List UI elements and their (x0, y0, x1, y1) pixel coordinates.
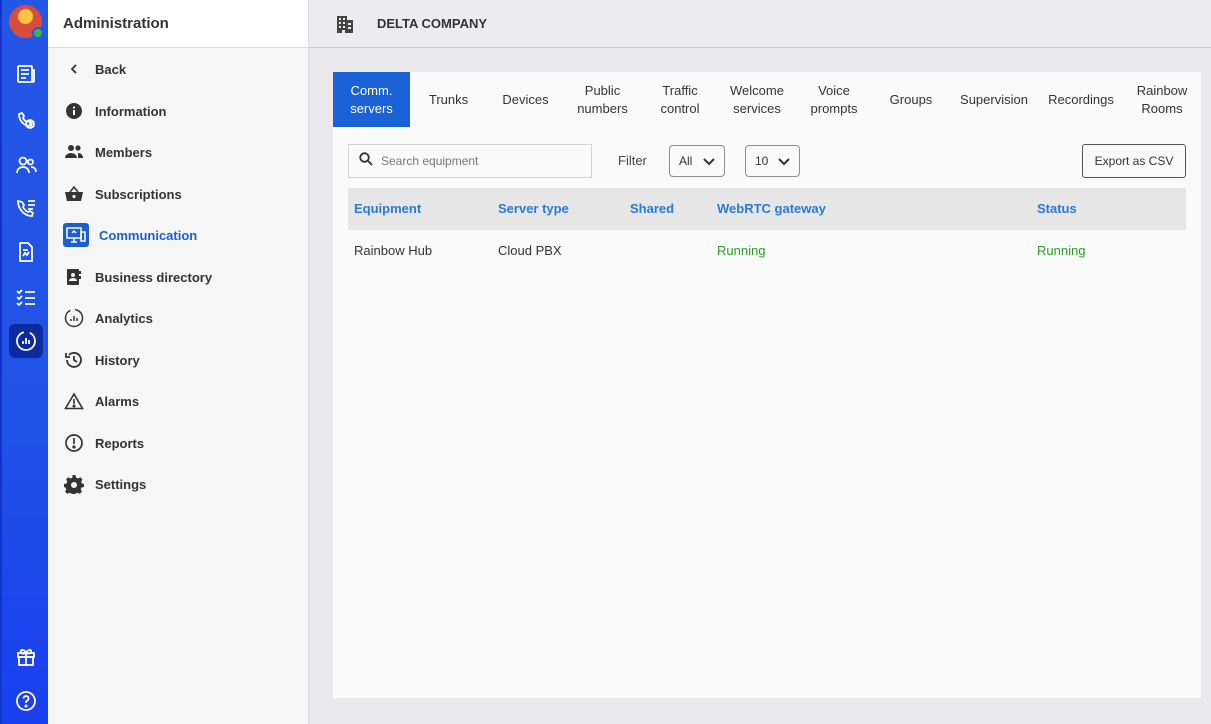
sidebar-item-alarms[interactable]: Alarms (63, 386, 139, 416)
tab-traffic-control[interactable]: Traffic control (641, 72, 719, 127)
tab-voice-prompts[interactable]: Voice prompts (795, 72, 873, 127)
sidebar-item-label: Settings (95, 476, 147, 492)
sidebar-item-subscriptions[interactable]: Subscriptions (63, 179, 182, 209)
tab-comm-servers[interactable]: Comm. servers (333, 72, 410, 127)
back-button[interactable]: Back (63, 54, 126, 84)
sidebar-item-label: Reports (95, 435, 145, 451)
export-csv-button[interactable]: Export as CSV (1082, 144, 1186, 178)
report-icon (63, 432, 85, 454)
sidebar-item-label: Information (95, 103, 167, 119)
sidebar-item-label: Analytics (95, 310, 153, 326)
users-icon[interactable] (11, 150, 41, 180)
checklist-icon[interactable] (11, 282, 41, 312)
call-list-icon[interactable] (11, 193, 41, 223)
cell-server-type: Cloud PBX (498, 243, 562, 258)
tab-recordings[interactable]: Recordings (1039, 72, 1123, 127)
tab-welcome-services[interactable]: Welcome services (719, 72, 795, 127)
filter-label: Filter (618, 153, 647, 168)
history-icon (63, 349, 85, 371)
table-row[interactable]: Rainbow Hub Cloud PBX Running Running (348, 230, 1186, 272)
page-size-select[interactable]: 10 (745, 145, 800, 177)
directory-icon (63, 266, 85, 288)
analytics-gauge-icon[interactable] (9, 324, 43, 358)
info-icon (63, 100, 85, 122)
search-icon (359, 151, 373, 171)
chevron-down-icon (702, 155, 716, 172)
sidebar-item-members[interactable]: Members (63, 137, 152, 167)
chevron-left-icon (63, 58, 85, 80)
filter-select[interactable]: All (669, 145, 725, 177)
tab-supervision[interactable]: Supervision (949, 72, 1039, 127)
sidebar-item-history[interactable]: History (63, 345, 140, 375)
company-name: DELTA COMPANY (377, 16, 488, 31)
back-label: Back (95, 61, 127, 77)
sidebar-item-label: Alarms (95, 393, 140, 409)
search-box[interactable] (348, 144, 592, 178)
column-header-server-type[interactable]: Server type (498, 201, 569, 216)
document-icon[interactable] (11, 237, 41, 267)
help-icon[interactable] (11, 686, 41, 716)
cell-status: Running (1037, 243, 1086, 258)
sidebar-item-label: Members (95, 144, 153, 160)
tab-rainbow-rooms[interactable]: Rainbow Rooms (1123, 72, 1201, 127)
sidebar-item-label: Business directory (95, 269, 213, 285)
sidebar-item-label: History (95, 352, 140, 368)
sidebar-item-information[interactable]: Information (63, 96, 167, 126)
sidebar-item-analytics[interactable]: Analytics (63, 303, 153, 333)
analytics-icon (63, 307, 85, 329)
tab-public-numbers[interactable]: Public numbers (564, 72, 641, 127)
admin-sidebar: Administration Back Information Members … (48, 0, 309, 724)
table-header: Equipment Server type Shared WebRTC gate… (348, 188, 1186, 230)
gear-icon (63, 473, 85, 495)
company-header: DELTA COMPANY (309, 0, 1211, 48)
sidebar-item-business-directory[interactable]: Business directory (63, 262, 212, 292)
cell-equipment: Rainbow Hub (354, 243, 433, 258)
communication-icon (63, 223, 89, 247)
sidebar-item-label: Communication (99, 227, 198, 243)
building-icon (335, 14, 355, 34)
column-header-status[interactable]: Status (1037, 201, 1077, 216)
gift-icon[interactable] (11, 641, 41, 671)
sidebar-item-communication[interactable]: Communication (63, 220, 197, 250)
tab-bar: Comm. servers Trunks Devices Public numb… (333, 72, 1201, 127)
page-size-value: 10 (755, 154, 769, 168)
filter-value: All (679, 154, 693, 168)
basket-icon (63, 183, 85, 205)
avatar[interactable] (9, 5, 44, 39)
sidebar-item-label: Subscriptions (95, 186, 182, 202)
online-status-icon (32, 27, 44, 39)
tab-devices[interactable]: Devices (487, 72, 564, 127)
sidebar-item-reports[interactable]: Reports (63, 428, 144, 458)
sidebar-title: Administration (48, 0, 308, 48)
phone-clock-icon[interactable] (11, 105, 41, 135)
tab-groups[interactable]: Groups (873, 72, 949, 127)
sidebar-item-settings[interactable]: Settings (63, 469, 146, 499)
chevron-down-icon (777, 155, 791, 172)
newspaper-icon[interactable] (11, 59, 41, 89)
content-panel: Comm. servers Trunks Devices Public numb… (333, 72, 1201, 698)
tab-trunks[interactable]: Trunks (410, 72, 487, 127)
search-input[interactable] (381, 154, 581, 168)
column-header-equipment[interactable]: Equipment (354, 201, 421, 216)
column-header-webrtc-gateway[interactable]: WebRTC gateway (717, 201, 826, 216)
warning-icon (63, 390, 85, 412)
members-icon (63, 141, 85, 163)
cell-webrtc-gateway: Running (717, 243, 766, 258)
column-header-shared[interactable]: Shared (630, 201, 674, 216)
app-rail (0, 0, 48, 724)
